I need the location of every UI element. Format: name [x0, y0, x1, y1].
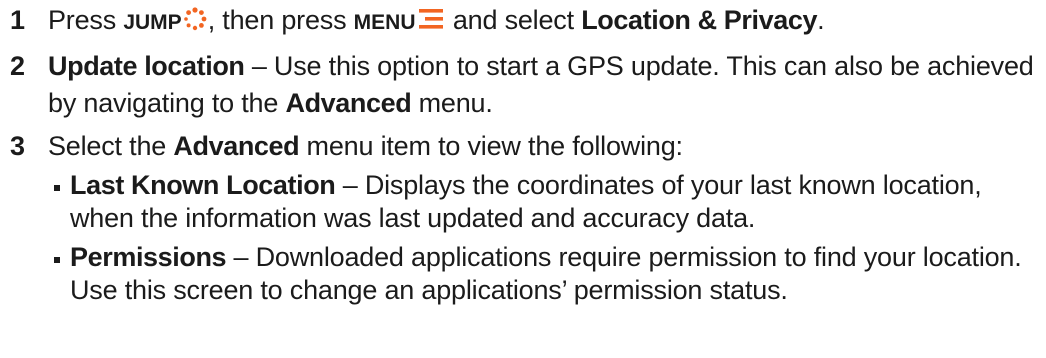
jump-icon: [182, 5, 208, 42]
advanced-options-list: Last Known Location – Displays the coord…: [48, 169, 1036, 307]
menu-icon: [416, 5, 446, 42]
step-2: 2 Update location – Use this option to s…: [10, 48, 1036, 122]
menu-key-label: MENU: [353, 11, 416, 34]
advanced-label: Advanced: [285, 88, 412, 118]
bullet-marker: [54, 257, 60, 263]
step-text: .: [817, 5, 825, 35]
step-3: 3 Select the Advanced menu item to view …: [10, 128, 1036, 307]
update-location-label: Update location: [48, 51, 245, 81]
list-item: Permissions – Downloaded applications re…: [48, 241, 1036, 307]
instructions-page: 1 Press JUMP , then press MENU and selec…: [0, 0, 1046, 358]
step-number: 3: [10, 131, 25, 161]
step-text: Select the: [48, 131, 174, 161]
step-text: and select: [445, 5, 582, 35]
location-privacy-label: Location & Privacy: [581, 5, 818, 35]
step-text: , then press: [207, 5, 354, 35]
step-number: 1: [10, 5, 25, 35]
bullet-marker: [54, 185, 60, 191]
permissions-label: Permissions: [70, 242, 227, 272]
last-known-location-label: Last Known Location: [70, 170, 336, 200]
step-text: menu.: [411, 88, 493, 118]
list-item: Last Known Location – Displays the coord…: [48, 169, 1036, 235]
step-text: menu item to view the following:: [299, 131, 683, 161]
step-text: Press: [48, 5, 124, 35]
step-number: 2: [10, 51, 25, 81]
advanced-label: Advanced: [173, 131, 300, 161]
step-1: 1 Press JUMP , then press MENU and selec…: [10, 2, 1036, 42]
jump-key-label: JUMP: [123, 11, 182, 34]
